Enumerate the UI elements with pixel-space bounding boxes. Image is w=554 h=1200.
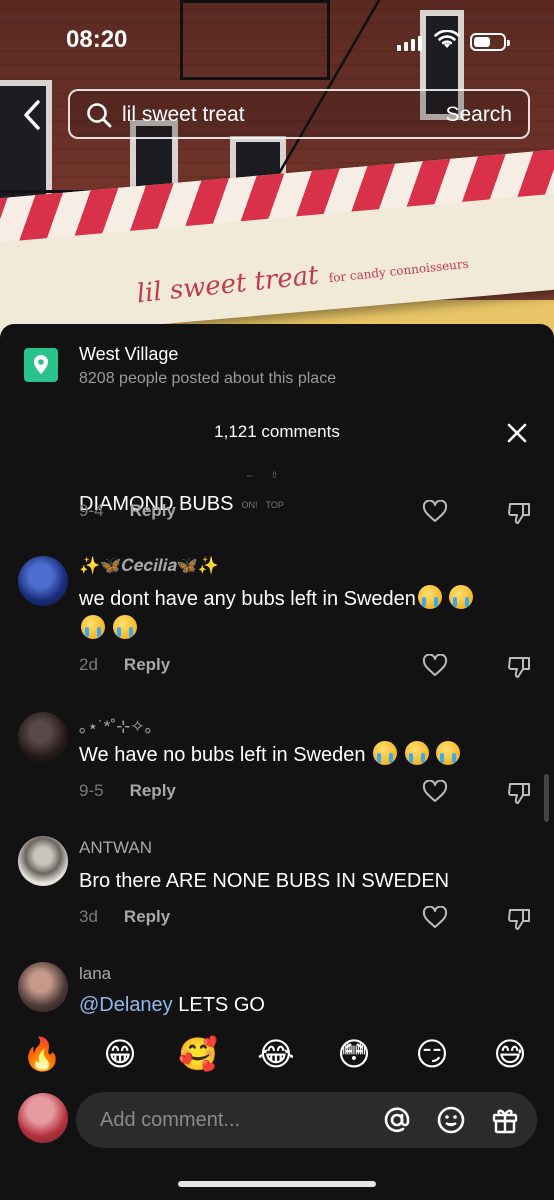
- reply-button[interactable]: Reply: [130, 781, 176, 800]
- avatar[interactable]: [18, 962, 68, 1012]
- comment-author[interactable]: ANTWAN: [79, 838, 152, 858]
- quick-emoji-bar: 🔥 😁 🥰 😂 😳 😏 😅: [0, 1030, 554, 1080]
- quick-emoji[interactable]: 😂: [255, 1034, 297, 1074]
- quick-emoji[interactable]: 🔥: [21, 1034, 63, 1074]
- place-subtitle: 8208 people posted about this place: [79, 370, 337, 387]
- reply-button[interactable]: Reply: [124, 655, 170, 674]
- comment-item: lana @Delaney LETS GO: [0, 962, 554, 1018]
- comment-text: We have no bubs left in Sweden: [79, 744, 366, 766]
- dislike-icon[interactable]: [506, 654, 532, 680]
- quick-emoji[interactable]: 😅: [489, 1034, 531, 1074]
- scrollbar[interactable]: [544, 774, 549, 822]
- badge-on: ⇔ ON!: [241, 470, 258, 510]
- battery-icon: [470, 33, 510, 51]
- gift-icon[interactable]: [490, 1105, 520, 1135]
- comment-date: 3d: [79, 907, 98, 926]
- badge-top: ⇧ TOP: [265, 470, 284, 510]
- comment-text: we dont have any bubs left in Sweden: [79, 588, 416, 610]
- comment-text: Bro there ARE NONE BUBS IN SWEDEN: [79, 870, 450, 892]
- comment-item: ｡⋆˙*˚⊹✧｡ We have no bubs left in Sweden …: [0, 710, 554, 810]
- crying-emoji-icon: [81, 615, 105, 639]
- dislike-icon[interactable]: [506, 500, 532, 526]
- reply-button[interactable]: Reply: [130, 501, 176, 520]
- heart-icon[interactable]: [422, 654, 448, 678]
- close-icon[interactable]: [506, 422, 528, 444]
- avatar[interactable]: [18, 836, 68, 886]
- comment-placeholder: Add comment...: [100, 1109, 241, 1131]
- comment-author[interactable]: ✨🦋𝑪𝒆𝒄𝒊𝒍𝒊𝒂🦋✨: [79, 556, 219, 576]
- crying-emoji-icon: [404, 741, 429, 765]
- heart-icon[interactable]: [422, 780, 448, 804]
- avatar[interactable]: [18, 712, 68, 762]
- comment-item: ANTWAN Bro there ARE NONE BUBS IN SWEDEN…: [0, 836, 554, 936]
- home-indicator: [178, 1181, 376, 1187]
- wifi-icon: [434, 30, 460, 48]
- search-input[interactable]: lil sweet treat Search: [68, 89, 530, 139]
- avatar[interactable]: [18, 556, 68, 606]
- heart-icon[interactable]: [422, 906, 448, 930]
- place-name: West Village: [79, 344, 179, 364]
- comments-count: 1,121 comments: [214, 422, 340, 441]
- quick-emoji[interactable]: 🥰: [177, 1034, 219, 1074]
- crying-emoji-icon: [373, 741, 398, 765]
- status-bar: 08:20: [0, 0, 554, 84]
- cellular-signal-icon: [397, 36, 422, 51]
- comment-date: 2d: [79, 655, 98, 674]
- mention-link[interactable]: @Delaney: [79, 994, 173, 1016]
- crying-emoji-icon: [417, 585, 442, 609]
- status-time: 08:20: [66, 26, 128, 53]
- avatar: [18, 1093, 68, 1143]
- dislike-icon[interactable]: [506, 780, 532, 806]
- quick-emoji[interactable]: 😏: [411, 1034, 453, 1074]
- comment-date: 9-5: [79, 781, 104, 800]
- search-query: lil sweet treat: [122, 103, 245, 126]
- emoji-icon[interactable]: [436, 1105, 466, 1135]
- crying-emoji-icon: [436, 741, 461, 765]
- crying-emoji-icon: [112, 615, 137, 639]
- comment-text: LETS GO: [172, 994, 265, 1016]
- comment-input[interactable]: Add comment...: [76, 1092, 537, 1148]
- location-pin-icon: [24, 348, 58, 382]
- reply-button[interactable]: Reply: [124, 907, 170, 926]
- search-button[interactable]: Search: [445, 103, 512, 127]
- comment-author[interactable]: ｡⋆˙*˚⊹✧｡: [79, 712, 153, 737]
- at-icon[interactable]: [382, 1105, 412, 1135]
- comment-item: DIAMOND BUBS⇔ ON!⇧ TOP 9-4 Reply: [0, 460, 554, 540]
- quick-emoji[interactable]: 😳: [333, 1034, 375, 1074]
- dislike-icon[interactable]: [506, 906, 532, 932]
- comment-item: ✨🦋𝑪𝒆𝒄𝒊𝒍𝒊𝒂🦋✨ we dont have any bubs left i…: [0, 554, 554, 684]
- comment-author[interactable]: lana: [79, 964, 111, 984]
- quick-emoji[interactable]: 😁: [99, 1034, 141, 1074]
- heart-icon[interactable]: [422, 500, 448, 524]
- search-icon: [87, 103, 112, 128]
- crying-emoji-icon: [449, 585, 474, 609]
- back-chevron-icon[interactable]: [18, 98, 46, 132]
- comment-date: 9-4: [79, 501, 104, 520]
